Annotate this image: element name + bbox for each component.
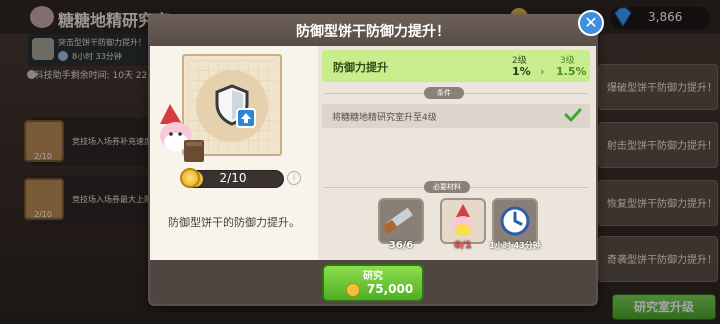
material-slot[interactable] — [440, 198, 486, 244]
materials-header: 必要材料 — [424, 181, 470, 193]
check-icon — [564, 108, 582, 122]
current-level-value: 1% — [512, 65, 531, 78]
gnome-cookie-icon — [160, 104, 204, 162]
info-icon[interactable]: i — [287, 171, 301, 185]
research-description: 防御型饼干的防御力提升。 — [168, 216, 300, 229]
material-count: 0/1 — [454, 240, 472, 251]
material-slot[interactable] — [492, 198, 538, 244]
saw-icon — [383, 207, 413, 234]
next-level-value: 1.5% — [556, 65, 587, 78]
progress-text: 2/10 — [219, 171, 247, 185]
close-button[interactable]: ✕ — [578, 10, 604, 36]
condition-header: 条件 — [424, 87, 464, 99]
condition-text: 将糖糖地精研究室升至4级 — [332, 113, 437, 123]
cookie-gnome-icon — [452, 204, 474, 236]
research-cost: 75,000 — [346, 282, 413, 296]
material-count: 36/6 — [388, 240, 414, 251]
clock-icon — [500, 206, 530, 236]
material-count: 1小时 43分钟 — [489, 241, 541, 250]
modal-title: 防御型饼干防御力提升！ — [296, 24, 450, 40]
research-cost-value: 75,000 — [366, 282, 414, 296]
stat-label: 防御力提升 — [333, 61, 388, 74]
material-slot[interactable] — [378, 198, 424, 244]
chevron-right-icon: › — [540, 65, 545, 78]
research-button-label: 研究 — [363, 271, 383, 282]
upgrade-badge-icon — [236, 108, 256, 128]
